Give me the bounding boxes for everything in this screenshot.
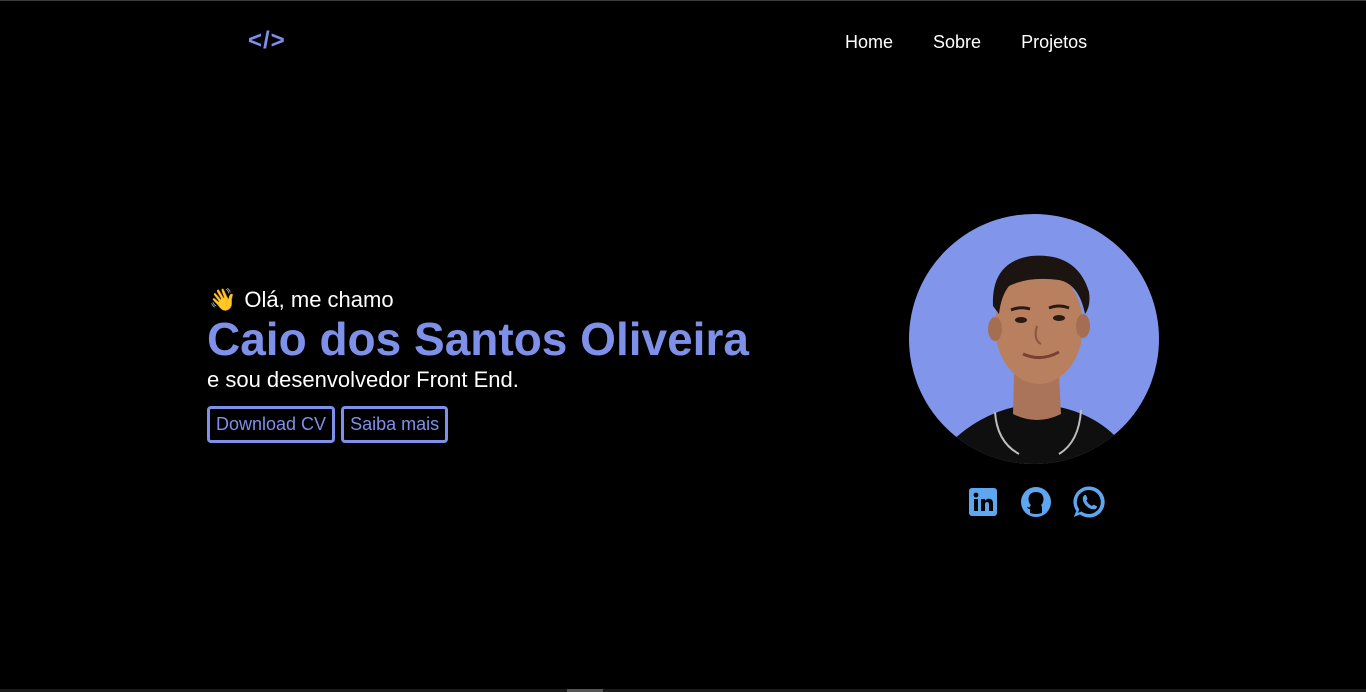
nav-link-sobre[interactable]: Sobre — [933, 32, 981, 53]
hero-name: Caio dos Santos Oliveira — [207, 313, 749, 365]
github-link[interactable] — [1019, 485, 1053, 519]
greeting: 👋 Olá, me chamo — [209, 287, 749, 313]
linkedin-link[interactable] — [966, 485, 1000, 519]
profile-portrait-illustration — [949, 255, 1124, 464]
saiba-mais-button[interactable]: Saiba mais — [341, 406, 449, 444]
whatsapp-link[interactable] — [1072, 485, 1106, 519]
main-nav: Home Sobre Projetos — [845, 32, 1087, 53]
whatsapp-icon — [1073, 486, 1105, 518]
waving-hand-icon: 👋 — [209, 287, 237, 312]
social-links — [966, 485, 1106, 519]
logo[interactable]: </> — [248, 27, 286, 55]
hero-section: 👋 Olá, me chamo Caio dos Santos Oliveira… — [207, 287, 749, 444]
hero-tagline: e sou desenvolvedor Front End. — [207, 367, 519, 393]
linkedin-icon — [969, 488, 997, 516]
nav-link-projetos[interactable]: Projetos — [1021, 32, 1087, 53]
github-icon — [1021, 487, 1051, 517]
profile-photo — [909, 214, 1159, 464]
download-cv-button[interactable]: Download CV — [207, 406, 336, 444]
hero-buttons: Download CV Saiba mais — [207, 406, 749, 444]
nav-link-home[interactable]: Home — [845, 32, 893, 53]
greeting-text: Olá, me chamo — [244, 287, 394, 312]
page: </> Home Sobre Projetos 👋 Olá, me chamo … — [0, 0, 1366, 692]
